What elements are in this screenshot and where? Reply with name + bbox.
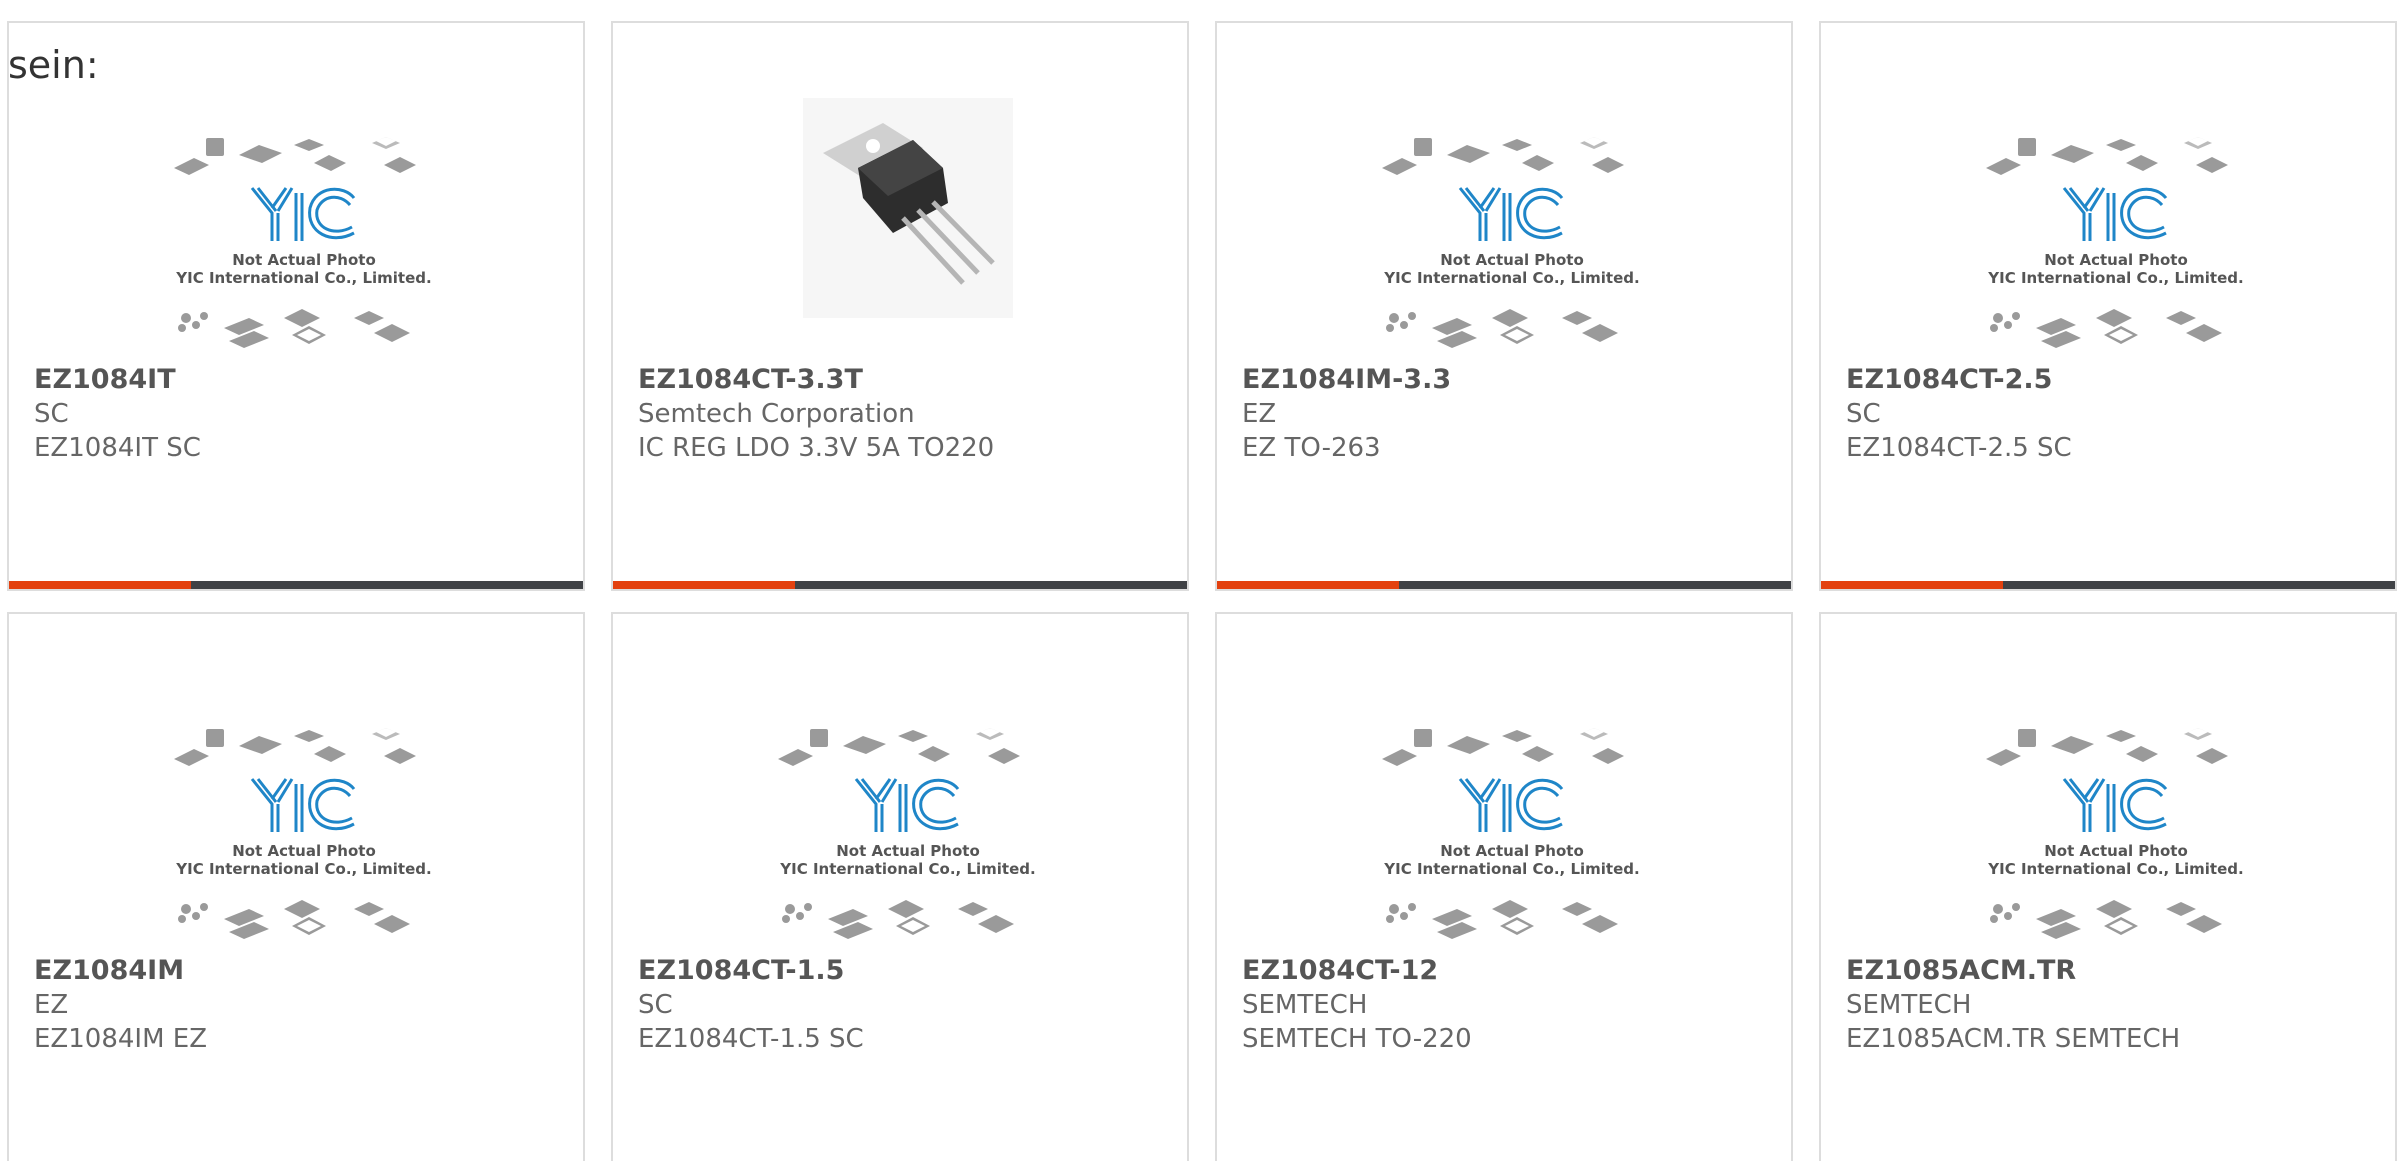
product-placeholder-image: [768, 704, 1048, 944]
product-placeholder-image: [1372, 704, 1652, 944]
product-card[interactable]: EZ1084CT-3.3T Semtech Corporation IC REG…: [611, 21, 1189, 591]
description: EZ1084IT SC: [34, 433, 201, 463]
product-card[interactable]: EZ1084CT-1.5 SC EZ1084CT-1.5 SC: [611, 612, 1189, 1161]
manufacturer: EZ: [1242, 399, 1277, 429]
product-placeholder-image: [1372, 113, 1652, 353]
product-photo-to220: [803, 98, 1013, 318]
card-accent-bar: [1821, 581, 2395, 589]
description: EZ TO-263: [1242, 433, 1381, 463]
product-card[interactable]: EZ1084IT SC EZ1084IT SC: [7, 21, 585, 591]
part-number[interactable]: EZ1085ACM.TR: [1846, 954, 2375, 988]
product-card[interactable]: EZ1084IM EZ EZ1084IM EZ: [7, 612, 585, 1161]
card-accent-bar: [9, 581, 583, 589]
product-placeholder-image: [164, 704, 444, 944]
card-accent-bar: [1217, 581, 1791, 589]
manufacturer: SEMTECH: [1242, 990, 1368, 1020]
product-card[interactable]: EZ1084CT-2.5 SC EZ1084CT-2.5 SC: [1819, 21, 2397, 591]
product-placeholder-image: [1976, 113, 2256, 353]
manufacturer: SC: [1846, 399, 1881, 429]
part-number[interactable]: EZ1084CT-2.5: [1846, 363, 2375, 397]
description: EZ1084IM EZ: [34, 1024, 208, 1054]
product-card[interactable]: EZ1084IM-3.3 EZ EZ TO-263: [1215, 21, 1793, 591]
product-placeholder-image: [1976, 704, 2256, 944]
manufacturer: SC: [34, 399, 69, 429]
part-number[interactable]: EZ1084CT-1.5: [638, 954, 1167, 988]
manufacturer: Semtech Corporation: [638, 399, 915, 429]
card-accent-bar: [613, 581, 1187, 589]
manufacturer: EZ: [34, 990, 69, 1020]
manufacturer: SC: [638, 990, 673, 1020]
part-number[interactable]: EZ1084IM-3.3: [1242, 363, 1771, 397]
intro-text: sein:: [8, 43, 99, 87]
part-number[interactable]: EZ1084CT-12: [1242, 954, 1771, 988]
manufacturer: SEMTECH: [1846, 990, 1972, 1020]
part-number[interactable]: EZ1084CT-3.3T: [638, 363, 1167, 397]
part-number[interactable]: EZ1084IM: [34, 954, 563, 988]
product-card[interactable]: EZ1085ACM.TR SEMTECH EZ1085ACM.TR SEMTEC…: [1819, 612, 2397, 1161]
description: EZ1084CT-1.5 SC: [638, 1024, 864, 1054]
description: IC REG LDO 3.3V 5A TO220: [638, 433, 995, 463]
product-placeholder-image: [164, 113, 444, 353]
description: EZ1084CT-2.5 SC: [1846, 433, 2072, 463]
part-number[interactable]: EZ1084IT: [34, 363, 563, 397]
description: SEMTECH TO-220: [1242, 1024, 1472, 1054]
description: EZ1085ACM.TR SEMTECH: [1846, 1024, 2181, 1054]
product-card[interactable]: EZ1084CT-12 SEMTECH SEMTECH TO-220: [1215, 612, 1793, 1161]
